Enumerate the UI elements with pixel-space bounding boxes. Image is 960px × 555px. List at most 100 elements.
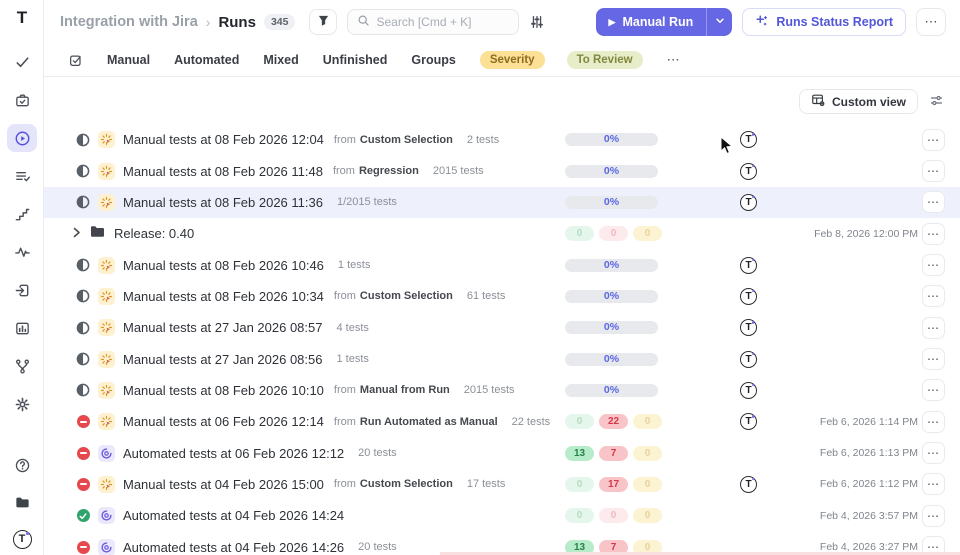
sidebar-item-steps[interactable] <box>7 200 37 228</box>
sidebar-item-import[interactable] <box>7 276 37 304</box>
progress-bar: 0% <box>565 133 658 147</box>
sidebar-item-projects-folder[interactable] <box>7 488 37 516</box>
projects-folder-icon <box>14 494 31 511</box>
row-main: Automated tests at 04 Feb 2026 14:26 20 t… <box>76 531 397 555</box>
custom-view-button[interactable]: Custom view <box>798 89 918 114</box>
assignee-avatar[interactable]: T <box>740 256 757 274</box>
sidebar-item-runs-play[interactable] <box>7 124 37 152</box>
run-row[interactable]: Automated tests at 04 Feb 2026 14:24 0 0 0 F… <box>44 500 960 531</box>
run-row[interactable]: Manual tests at 08 Feb 2026 10:10 from Man… <box>44 375 960 406</box>
row-more-button[interactable]: ⋯ <box>922 160 945 183</box>
row-more-button[interactable]: ⋯ <box>922 316 945 339</box>
breadcrumb-page[interactable]: Runs <box>218 14 256 31</box>
progress-value: 0% <box>603 321 620 334</box>
manual-run-dropdown-button[interactable] <box>706 8 732 36</box>
row-more-button[interactable]: ⋯ <box>922 222 945 245</box>
manual-run-button[interactable]: ▶ Manual Run <box>596 8 707 36</box>
filter-tab-unfinished[interactable]: Unfinished <box>323 53 388 67</box>
run-row[interactable]: Manual tests at 08 Feb 2026 10:46 1 tests… <box>44 249 960 280</box>
assignee-avatar[interactable]: T <box>740 162 757 180</box>
sidebar-item-help[interactable] <box>7 451 37 479</box>
row-more-button[interactable]: ⋯ <box>922 285 945 308</box>
sidebar-item-analytics[interactable] <box>7 314 37 342</box>
filters-more-button[interactable]: ⋯ <box>667 52 680 68</box>
run-row[interactable]: Manual tests at 27 Jan 2026 08:56 1 tests… <box>44 343 960 374</box>
row-more-button[interactable]: ⋯ <box>922 254 945 277</box>
assignee-avatar[interactable]: T <box>740 287 757 305</box>
filter-tab-groups[interactable]: Groups <box>411 53 455 67</box>
filter-pill-severity[interactable]: Severity <box>479 51 545 69</box>
filter-pill-to-review[interactable]: To Review <box>566 51 643 69</box>
manual-run-type-icon <box>98 193 115 211</box>
progress-bar: 0% <box>565 258 658 272</box>
test-plan-icon <box>14 92 31 109</box>
group-row[interactable]: Release: 0.40 0 0 0 Feb 8, 2026 12:00 PM ⋯ <box>44 218 960 249</box>
app-logo[interactable]: T <box>0 8 44 28</box>
assignee-avatar[interactable]: T <box>740 350 757 368</box>
sidebar-item-account-avatar[interactable]: T <box>7 525 37 553</box>
row-more-button[interactable]: ⋯ <box>922 128 945 151</box>
run-row[interactable]: Manual tests at 08 Feb 2026 12:04 from Cus… <box>44 124 960 155</box>
row-more-button[interactable]: ⋯ <box>922 348 945 371</box>
list-settings-icon[interactable] <box>929 93 944 113</box>
breadcrumb-project[interactable]: Integration with Jira <box>60 14 198 30</box>
import-icon <box>14 282 31 299</box>
row-more-button[interactable]: ⋯ <box>922 191 945 214</box>
assignee-avatar[interactable]: T <box>740 131 757 149</box>
run-title: Automated tests at 04 Feb 2026 14:26 <box>123 539 345 555</box>
row-more-button[interactable]: ⋯ <box>922 379 945 402</box>
row-more-button[interactable]: ⋯ <box>922 473 945 496</box>
run-title: Manual tests at 27 Jan 2026 08:56 <box>123 351 323 367</box>
filter-tab-mixed[interactable]: Mixed <box>263 53 298 67</box>
run-row[interactable]: Automated tests at 06 Feb 2026 12:12 20 t… <box>44 437 960 468</box>
select-runs-icon[interactable] <box>68 53 83 68</box>
folder-icon <box>90 225 105 243</box>
filter-tab-manual[interactable]: Manual <box>107 53 150 67</box>
assignee-avatar[interactable]: T <box>740 475 757 493</box>
sidebar-item-test-plan[interactable] <box>7 86 37 114</box>
run-source: Custom Selection <box>359 133 453 146</box>
filter-button[interactable] <box>309 9 338 35</box>
runs-status-report-button[interactable]: Runs Status Report <box>742 8 906 36</box>
settings-gear-icon <box>14 396 31 413</box>
sidebar-bottom: T <box>0 451 44 553</box>
from-label: from <box>333 133 356 146</box>
sidebar-item-tests-check[interactable] <box>7 48 37 76</box>
result-badge: 0 <box>633 226 662 242</box>
display-settings-icon[interactable] <box>529 14 545 30</box>
status-progress-icon <box>76 133 90 147</box>
funnel-icon <box>316 13 331 31</box>
assignee-avatar[interactable]: T <box>740 381 757 399</box>
sidebar-item-checklist[interactable] <box>7 162 37 190</box>
assignee-avatar[interactable]: T <box>740 193 757 211</box>
run-row[interactable]: Manual tests at 04 Feb 2026 15:00 from Cus… <box>44 469 960 500</box>
row-main: Manual tests at 08 Feb 2026 11:48 from Reg… <box>76 155 484 186</box>
assignee-avatar[interactable]: T <box>740 413 757 431</box>
sidebar-item-settings-gear[interactable] <box>7 390 37 418</box>
manual-run-type-icon <box>98 381 115 399</box>
row-more-button[interactable]: ⋯ <box>922 504 945 527</box>
result-badge: 13 <box>565 445 594 461</box>
filter-tab-automated[interactable]: Automated <box>174 53 239 67</box>
result-badge: 0 <box>565 476 594 492</box>
header-more-button[interactable]: ⋯ <box>916 8 946 36</box>
assignee-avatar[interactable]: T <box>740 319 757 337</box>
avatar-accent <box>751 133 754 136</box>
row-main: Manual tests at 08 Feb 2026 10:10 from Man… <box>76 375 515 406</box>
run-row[interactable]: Manual tests at 06 Feb 2026 12:14 from Run… <box>44 406 960 437</box>
run-row[interactable]: Manual tests at 27 Jan 2026 08:57 4 tests… <box>44 312 960 343</box>
sidebar-item-activity[interactable] <box>7 238 37 266</box>
run-row[interactable]: Manual tests at 08 Feb 2026 10:34 from Cus… <box>44 281 960 312</box>
run-title: Manual tests at 04 Feb 2026 15:00 <box>123 476 324 492</box>
row-more-button[interactable]: ⋯ <box>922 410 945 433</box>
run-tests-count: 17 tests <box>466 478 506 491</box>
progress-bar: 0% <box>565 352 658 366</box>
search-input[interactable]: Search [Cmd + K] <box>347 9 520 35</box>
run-title: Manual tests at 08 Feb 2026 12:04 <box>123 132 324 148</box>
run-row[interactable]: Manual tests at 08 Feb 2026 11:48 from Reg… <box>44 155 960 186</box>
run-row[interactable]: Manual tests at 08 Feb 2026 11:36 1/2015 … <box>44 186 960 219</box>
chevron-right-icon[interactable] <box>73 225 81 243</box>
row-more-button[interactable]: ⋯ <box>922 442 945 465</box>
manual-run-type-icon <box>98 413 115 431</box>
sidebar-item-branch[interactable] <box>7 352 37 380</box>
